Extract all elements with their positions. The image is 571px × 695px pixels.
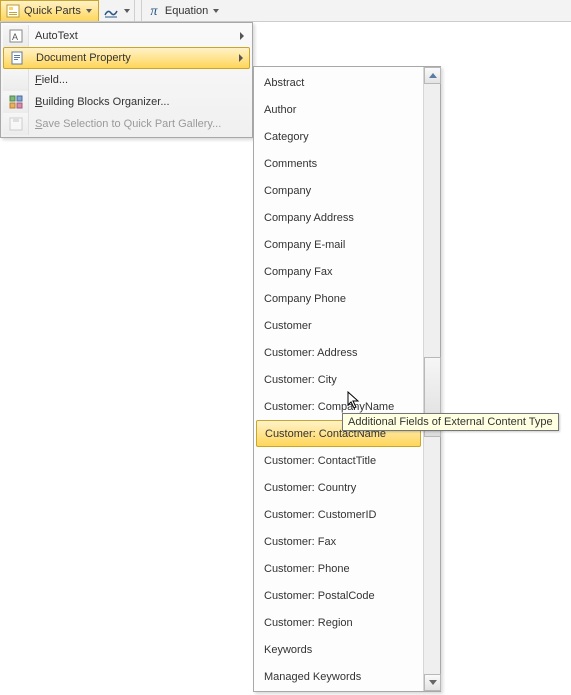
ribbon-bar: Quick Parts π Equation	[0, 0, 571, 22]
menu-item-field[interactable]: Field...	[3, 69, 250, 91]
submenu-item[interactable]: Company E-mail	[254, 231, 423, 258]
submenu-item[interactable]: Comments	[254, 150, 423, 177]
building-blocks-icon	[3, 91, 29, 113]
menu-label: Field...	[35, 74, 68, 86]
submenu-item-label: Company E-mail	[264, 239, 345, 251]
submenu-item-label: Customer: Region	[264, 617, 353, 629]
submenu-item-label: Company Phone	[264, 293, 346, 305]
submenu-item-label: Customer	[264, 320, 312, 332]
menu-label: Save Selection to Quick Part Gallery...	[35, 118, 221, 130]
quick-parts-button[interactable]: Quick Parts	[0, 0, 99, 21]
equation-label: Equation	[165, 5, 208, 17]
scrollbar[interactable]	[423, 67, 440, 691]
submenu-item-label: Comments	[264, 158, 317, 170]
svg-text:A: A	[12, 32, 18, 42]
equation-icon: π	[146, 3, 162, 19]
submenu-arrow-icon	[239, 54, 243, 62]
submenu-item[interactable]: Customer: PostalCode	[254, 582, 423, 609]
document-property-icon	[4, 47, 30, 69]
field-icon	[3, 69, 29, 91]
submenu-item[interactable]: Customer: Country	[254, 474, 423, 501]
chevron-up-icon	[429, 73, 437, 78]
submenu-item[interactable]: Company Fax	[254, 258, 423, 285]
submenu-item-label: Customer: ContactTitle	[264, 455, 376, 467]
submenu-item-label: Company Address	[264, 212, 354, 224]
submenu-item-label: Company	[264, 185, 311, 197]
scroll-up-button[interactable]	[424, 67, 441, 84]
submenu-item[interactable]: Managed Keywords	[254, 663, 423, 690]
quick-parts-icon	[5, 3, 21, 19]
tooltip: Additional Fields of External Content Ty…	[342, 413, 559, 431]
submenu-item-label: Company Fax	[264, 266, 332, 278]
signature-icon	[103, 3, 119, 19]
submenu-item[interactable]: Customer: City	[254, 366, 423, 393]
chevron-down-icon	[213, 9, 219, 13]
menu-label: AutoText	[35, 30, 78, 42]
submenu-item[interactable]: Company Address	[254, 204, 423, 231]
submenu-item[interactable]: Customer: Region	[254, 609, 423, 636]
submenu-item-label: Customer: CustomerID	[264, 509, 376, 521]
submenu-item[interactable]: Company Phone	[254, 285, 423, 312]
submenu-item-label: Managed Keywords	[264, 671, 361, 683]
menu-item-autotext[interactable]: A AutoText	[3, 25, 250, 47]
submenu-item[interactable]: Company	[254, 177, 423, 204]
submenu-item-label: Category	[264, 131, 309, 143]
submenu-item[interactable]: Manager	[254, 690, 423, 691]
submenu-item[interactable]: Customer: Fax	[254, 528, 423, 555]
menu-label: Document Property	[36, 52, 131, 64]
submenu-item[interactable]: Abstract	[254, 69, 423, 96]
equation-button[interactable]: π Equation	[141, 0, 225, 21]
menu-item-building-blocks-organizer[interactable]: Building Blocks Organizer...	[3, 91, 250, 113]
submenu-item[interactable]: Customer	[254, 312, 423, 339]
quick-parts-label: Quick Parts	[24, 5, 81, 17]
chevron-down-icon	[429, 680, 437, 685]
submenu-item-label: Keywords	[264, 644, 312, 656]
document-property-submenu: Abstract Author Category Comments Company Com…	[253, 66, 441, 692]
submenu-arrow-icon	[240, 32, 244, 40]
menu-item-document-property[interactable]: Document Property	[3, 47, 250, 69]
submenu-item-label: Customer: CompanyName	[264, 401, 394, 413]
submenu-item-label: Customer: PostalCode	[264, 590, 375, 602]
chevron-down-icon	[124, 9, 130, 13]
submenu-item[interactable]: Author	[254, 96, 423, 123]
submenu-item-label: Customer: Address	[264, 347, 358, 359]
submenu-item[interactable]: Customer: Address	[254, 339, 423, 366]
submenu-item[interactable]: Category	[254, 123, 423, 150]
submenu-item[interactable]: Customer: Phone	[254, 555, 423, 582]
save-selection-icon	[3, 113, 29, 135]
signature-line-button[interactable]	[99, 0, 135, 21]
submenu-item[interactable]: Keywords	[254, 636, 423, 663]
submenu-list: Abstract Author Category Comments Company Com…	[254, 67, 423, 691]
menu-label: Building Blocks Organizer...	[35, 96, 170, 108]
submenu-item-label: Customer: Phone	[264, 563, 350, 575]
scroll-down-button[interactable]	[424, 674, 441, 691]
submenu-item-label: Customer: Country	[264, 482, 356, 494]
submenu-item[interactable]: Customer: ContactTitle	[254, 447, 423, 474]
submenu-item-label: Customer: Fax	[264, 536, 336, 548]
chevron-down-icon	[86, 9, 92, 13]
autotext-icon: A	[3, 25, 29, 47]
quick-parts-menu: A AutoText Document Property Field... Bu…	[0, 22, 253, 138]
submenu-item-label: Author	[264, 104, 296, 116]
submenu-item-label: Abstract	[264, 77, 304, 89]
menu-item-save-selection: Save Selection to Quick Part Gallery...	[3, 113, 250, 135]
submenu-item[interactable]: Customer: CustomerID	[254, 501, 423, 528]
submenu-item-label: Customer: City	[264, 374, 337, 386]
